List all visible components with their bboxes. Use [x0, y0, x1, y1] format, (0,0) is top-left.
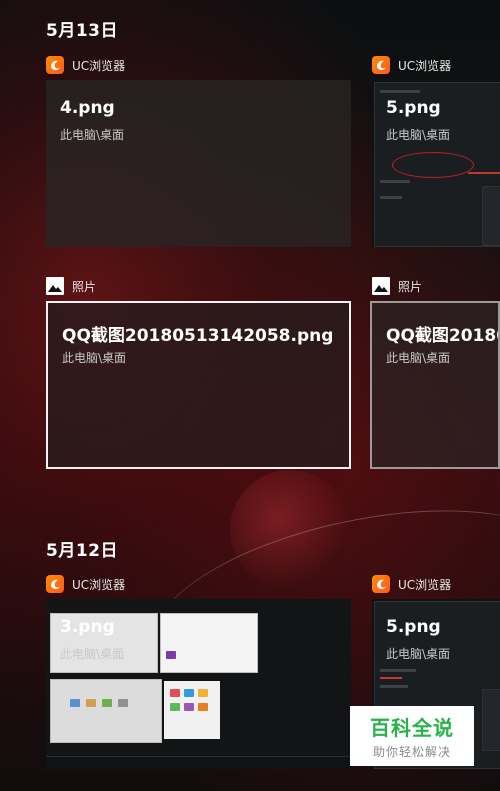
timeline-card-qq-screenshot-2[interactable]: QQ截图20180 此电脑\桌面	[370, 301, 500, 469]
preview-line	[380, 685, 408, 688]
preview-icon	[184, 703, 194, 711]
preview-icon	[198, 703, 208, 711]
photos-icon	[372, 277, 390, 295]
uc-browser-icon	[372, 575, 390, 593]
app-label-uc-browser: UC浏览器	[372, 575, 451, 593]
timeline-card-qq-screenshot-selected[interactable]: QQ截图20180513142058.png 此电脑\桌面	[46, 301, 351, 469]
card-path: 此电脑\桌面	[62, 351, 127, 365]
uc-browser-icon	[46, 575, 64, 593]
preview-icon	[86, 699, 96, 707]
preview-highlight	[392, 152, 474, 178]
preview-line	[380, 669, 416, 672]
app-label-photos: 照片	[46, 277, 96, 295]
watermark-title: 百科全说	[370, 716, 454, 740]
photos-icon	[46, 277, 64, 295]
preview-line	[380, 90, 420, 93]
preview-icon	[166, 651, 176, 659]
app-label-photos: 照片	[372, 277, 422, 295]
preview-panel	[482, 186, 500, 246]
card-title: 3.png	[60, 617, 115, 637]
preview-icon	[184, 689, 194, 697]
card-title: QQ截图20180513142058.png	[62, 326, 334, 346]
card-title: 4.png	[60, 98, 115, 118]
timeline-card-3-png[interactable]: 3.png 此电脑\桌面	[46, 599, 351, 769]
preview-icon	[102, 699, 112, 707]
preview-icon	[198, 689, 208, 697]
preview-icon	[170, 689, 180, 697]
card-path: 此电脑\桌面	[386, 351, 451, 365]
preview-line	[380, 196, 402, 199]
app-name: UC浏览器	[398, 577, 452, 592]
preview-icon	[170, 703, 180, 711]
preview-line	[380, 180, 410, 183]
app-name: UC浏览器	[398, 58, 452, 73]
app-label-uc-browser: UC浏览器	[46, 575, 125, 593]
timeline-card-5-png[interactable]: 5.png 此电脑\桌面	[372, 80, 500, 247]
card-path: 此电脑\桌面	[60, 647, 125, 661]
preview-taskbar	[46, 756, 351, 769]
uc-browser-icon	[46, 56, 64, 74]
card-title: QQ截图20180	[386, 326, 500, 346]
date-header-may-13: 5月13日	[46, 21, 118, 41]
app-name: 照片	[72, 279, 97, 294]
watermark-subtitle: 助你轻松解决	[372, 745, 451, 759]
preview-panel	[482, 689, 500, 751]
preview-red-line	[468, 172, 500, 174]
date-header-may-12: 5月12日	[46, 541, 118, 561]
preview-red-line	[380, 677, 402, 679]
app-name: 照片	[398, 279, 423, 294]
timeline-card-4-png[interactable]: 4.png 此电脑\桌面	[46, 80, 351, 247]
preview-window	[160, 613, 258, 673]
card-title: 5.png	[386, 98, 441, 118]
app-label-uc-browser: UC浏览器	[372, 56, 451, 74]
preview-icon	[118, 699, 128, 707]
watermark-logo: 百科全说 助你轻松解决	[350, 706, 474, 766]
preview-window	[50, 679, 162, 743]
card-path: 此电脑\桌面	[60, 128, 125, 142]
preview-icon	[70, 699, 80, 707]
app-label-uc-browser: UC浏览器	[46, 56, 125, 74]
card-title: 5.png	[386, 617, 441, 637]
app-name: UC浏览器	[72, 58, 126, 73]
card-path: 此电脑\桌面	[386, 128, 451, 142]
card-path: 此电脑\桌面	[386, 647, 451, 661]
app-name: UC浏览器	[72, 577, 126, 592]
uc-browser-icon	[372, 56, 390, 74]
